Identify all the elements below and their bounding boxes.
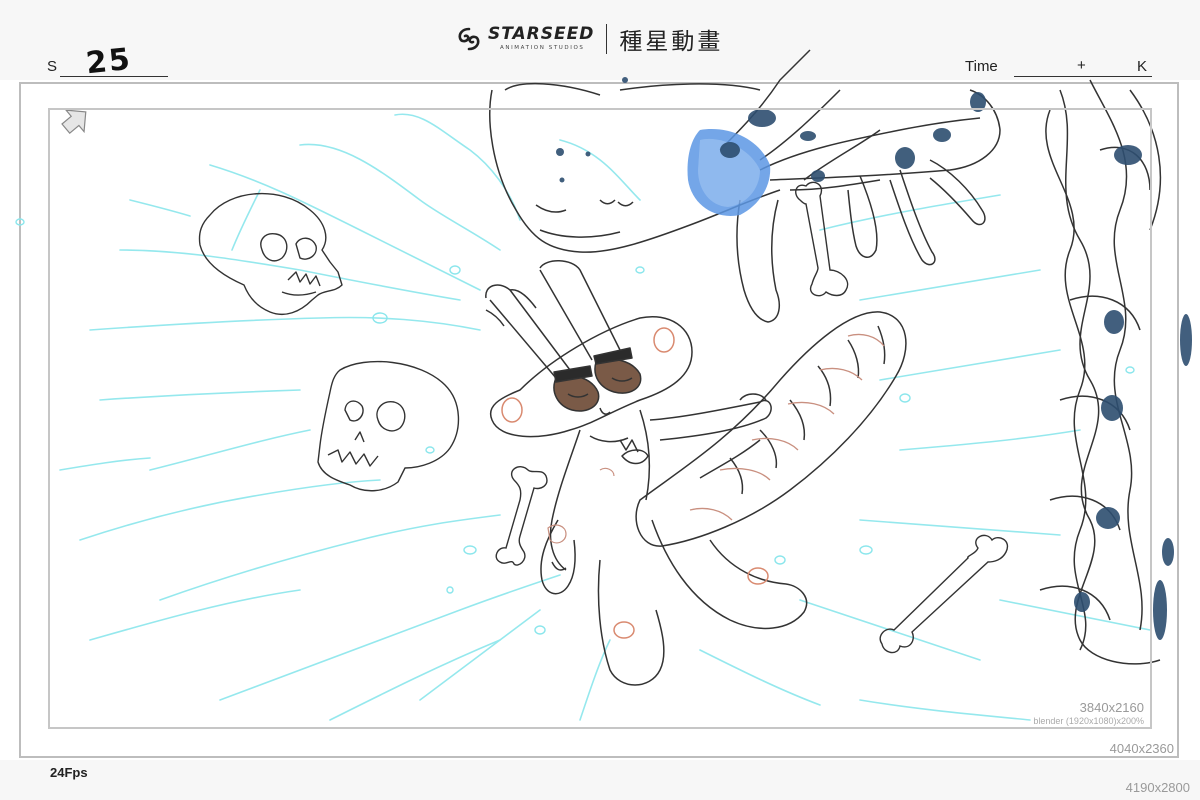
safe-frame-border — [48, 108, 1152, 729]
safe-frame-note: blender (1920x1080)x200% — [1033, 716, 1144, 726]
safe-frame-resolution: 3840x2160 — [1079, 700, 1144, 715]
frame-rate-label: 24Fps — [50, 765, 88, 780]
page-resolution: 4190x2800 — [1125, 780, 1190, 795]
outer-frame-resolution: 4040x2360 — [1109, 741, 1174, 756]
